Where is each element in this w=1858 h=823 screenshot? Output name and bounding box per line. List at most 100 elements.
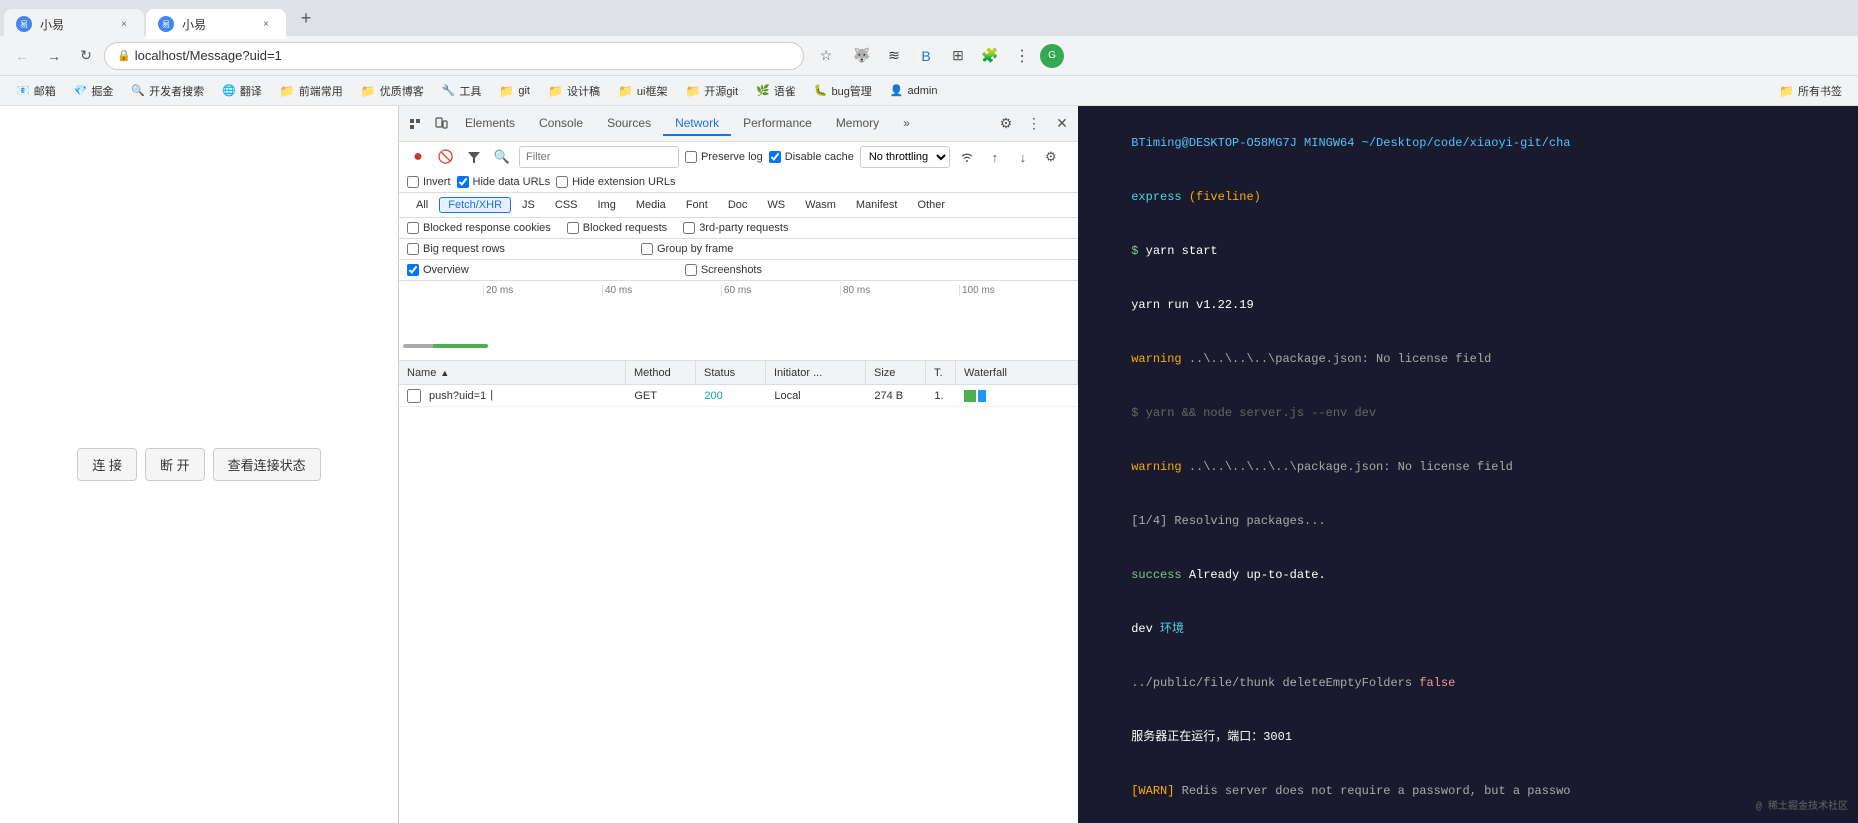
bookmark-label: 语雀 [774, 83, 796, 99]
record-button[interactable]: ● [407, 146, 429, 168]
tab-more[interactable]: » [891, 112, 922, 136]
filter-input[interactable] [519, 146, 679, 168]
filter-img[interactable]: Img [589, 197, 625, 213]
more-button[interactable]: ⋮ [1008, 42, 1036, 70]
import-button[interactable]: ↑ [984, 146, 1006, 168]
devtools-settings-button[interactable]: ⚙ [994, 112, 1018, 136]
bookmark-design[interactable]: 📁 设计稿 [540, 81, 608, 101]
bookmark-label: ui框架 [637, 83, 668, 99]
tab-performance[interactable]: Performance [731, 112, 824, 136]
new-tab-button[interactable]: + [292, 4, 320, 32]
filter-fetch-xhr[interactable]: Fetch/XHR [439, 197, 511, 213]
status-button[interactable]: 查看连接状态 [213, 448, 321, 481]
filter-icon-button[interactable] [463, 146, 485, 168]
disable-cache-label[interactable]: Disable cache [769, 151, 854, 163]
disconnect-button[interactable]: 断 开 [145, 448, 205, 481]
settings-button[interactable]: ⚙ [1040, 146, 1062, 168]
tab-network[interactable]: Network [663, 112, 731, 136]
filter-css[interactable]: CSS [546, 197, 587, 213]
blocked-response-cookies-checkbox[interactable] [407, 222, 419, 234]
bookmark-label: 工具 [459, 83, 481, 99]
address-bar[interactable]: 🔒 localhost/Message?uid=1 [104, 42, 804, 70]
bookmark-frontend[interactable]: 📁 前端常用 [272, 81, 351, 101]
bookmark-blog[interactable]: 📁 优质博客 [353, 81, 432, 101]
bookmark-yuque[interactable]: 🌿 语雀 [748, 81, 804, 101]
overview-checkbox[interactable] [407, 264, 419, 276]
reload-button[interactable]: ↻ [72, 42, 100, 70]
big-request-rows-checkbox[interactable] [407, 243, 419, 255]
preserve-log-checkbox[interactable] [685, 151, 697, 163]
forward-button[interactable]: → [40, 42, 68, 70]
disable-cache-checkbox[interactable] [769, 151, 781, 163]
search-icon-button[interactable]: 🔍 [491, 146, 513, 168]
group-by-frame-checkbox[interactable] [641, 243, 653, 255]
row-checkbox[interactable] [407, 389, 421, 403]
third-party-requests-checkbox[interactable] [683, 222, 695, 234]
tab-elements[interactable]: Elements [453, 112, 527, 136]
bookmark-star-button[interactable]: ☆ [812, 42, 840, 70]
preserve-log-label[interactable]: Preserve log [685, 151, 763, 163]
bookmark-opensource[interactable]: 📁 开源git [677, 81, 746, 101]
devtools-close-button[interactable]: ✕ [1050, 112, 1074, 136]
screenshots-label[interactable]: Screenshots [685, 264, 762, 276]
tab-memory[interactable]: Memory [824, 112, 891, 136]
filter-other[interactable]: Other [908, 197, 954, 213]
extra-button[interactable]: ⊞ [944, 42, 972, 70]
hide-extension-urls-label[interactable]: Hide extension URLs [556, 176, 675, 188]
hide-extension-urls-checkbox[interactable] [556, 176, 568, 188]
throttle-select[interactable]: No throttling [860, 146, 950, 168]
invert-label[interactable]: Invert [407, 176, 451, 188]
tab-close-1[interactable]: × [116, 16, 132, 32]
big-request-rows-label[interactable]: Big request rows [407, 243, 505, 255]
tab-sources[interactable]: Sources [595, 112, 663, 136]
group-by-frame-label[interactable]: Group by frame [641, 243, 733, 255]
filter-wasm[interactable]: Wasm [796, 197, 845, 213]
filter-media[interactable]: Media [627, 197, 675, 213]
hide-data-urls-checkbox[interactable] [457, 176, 469, 188]
invert-checkbox[interactable] [407, 176, 419, 188]
tab-console[interactable]: Console [527, 112, 595, 136]
extension2-button[interactable]: 🧩 [976, 42, 1004, 70]
filter-js[interactable]: JS [513, 197, 544, 213]
blocked-requests-label[interactable]: Blocked requests [567, 222, 667, 234]
tab-close-2[interactable]: × [258, 16, 274, 32]
table-row[interactable]: push?uid=1 | GET 200 Local 274 B 1. [399, 385, 1078, 407]
filter-all[interactable]: All [407, 197, 437, 213]
notion-button[interactable]: ≋ [880, 42, 908, 70]
filter-types-bar: All Fetch/XHR JS CSS Img Media Font Doc … [399, 193, 1078, 218]
device-mode-button[interactable] [429, 112, 453, 136]
bookmark-ui[interactable]: 📁 ui框架 [610, 81, 676, 101]
element-picker-button[interactable] [403, 112, 427, 136]
connect-button[interactable]: 连 接 [77, 448, 137, 481]
bookmark-git[interactable]: 📁 git [491, 82, 538, 100]
hide-data-urls-label[interactable]: Hide data URLs [457, 176, 551, 188]
blocked-requests-checkbox[interactable] [567, 222, 579, 234]
bookmark-tools[interactable]: 🔧 工具 [434, 81, 490, 101]
bookmark-bug[interactable]: 🐛 bug管理 [806, 81, 880, 101]
bookmark-translate[interactable]: 🌐 翻译 [214, 81, 270, 101]
extensions-button[interactable]: 🐺 [848, 42, 876, 70]
bookmark-dev-search[interactable]: 🔍 开发者搜索 [123, 81, 212, 101]
user-avatar[interactable]: G [1040, 44, 1064, 68]
terminal-line-express: express (fiveline) [1088, 170, 1848, 224]
export-button[interactable]: ↓ [1012, 146, 1034, 168]
third-party-requests-label[interactable]: 3rd-party requests [683, 222, 788, 234]
bookmark-juejin[interactable]: 💎 掘金 [66, 81, 122, 101]
overview-label[interactable]: Overview [407, 264, 469, 276]
clear-button[interactable]: 🚫 [435, 146, 457, 168]
browser-tab-1[interactable]: 易 小易 × [4, 9, 144, 39]
bookmark-mail[interactable]: 📧 邮箱 [8, 81, 64, 101]
bookmark-all[interactable]: 📁 所有书签 [1771, 81, 1850, 101]
filter-font[interactable]: Font [677, 197, 717, 213]
filter-doc[interactable]: Doc [719, 197, 757, 213]
browser-tab-2[interactable]: 易 小易 × [146, 9, 286, 39]
bookmark-admin[interactable]: 👤 admin [882, 82, 946, 99]
wifi-icon-button[interactable] [956, 146, 978, 168]
blocked-response-cookies-label[interactable]: Blocked response cookies [407, 222, 551, 234]
devtools-menu-button[interactable]: ⋮ [1022, 112, 1046, 136]
screenshots-checkbox[interactable] [685, 264, 697, 276]
filter-manifest[interactable]: Manifest [847, 197, 907, 213]
bookmark-button[interactable]: B [912, 42, 940, 70]
back-button[interactable]: ← [8, 42, 36, 70]
filter-ws[interactable]: WS [758, 197, 794, 213]
